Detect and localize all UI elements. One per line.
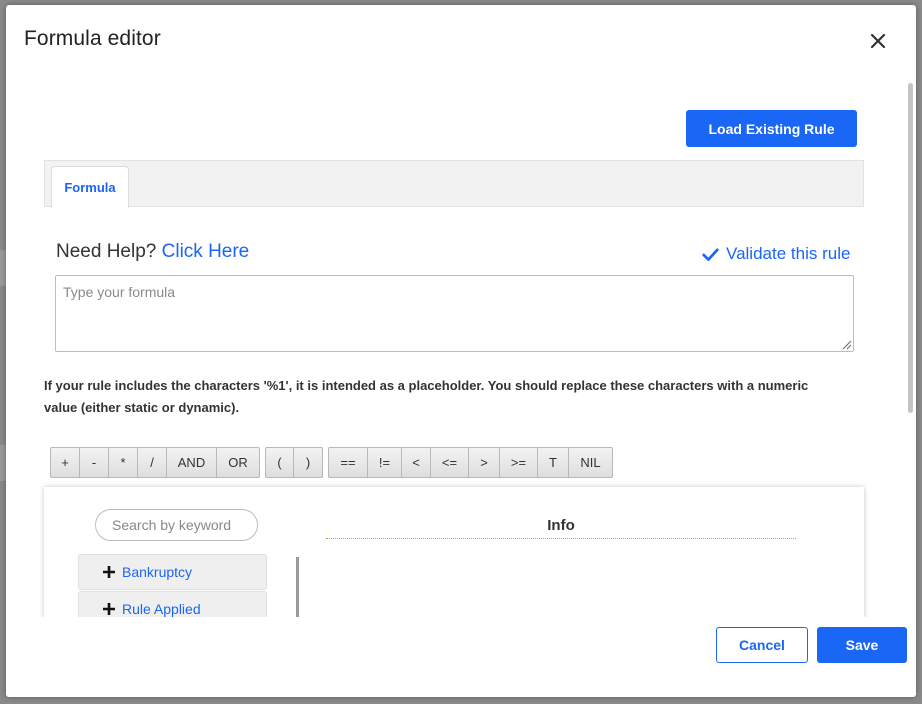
compare-operator-group: == != < <= > >= T NIL	[328, 447, 613, 478]
plus-icon	[103, 603, 115, 615]
operator-or-button[interactable]: OR	[217, 448, 259, 477]
help-row: Need Help? Click Here	[56, 241, 249, 263]
operator-open-paren-button[interactable]: (	[266, 448, 294, 477]
info-divider	[326, 538, 796, 539]
tab-bar: Formula	[44, 160, 864, 208]
operator-equals-button[interactable]: ==	[329, 448, 368, 477]
category-label: Rule Applied	[122, 601, 201, 617]
operator-greater-button[interactable]: >	[469, 448, 500, 477]
help-prefix: Need Help?	[56, 241, 162, 262]
cancel-button[interactable]: Cancel	[716, 627, 808, 663]
info-title: Info	[547, 517, 575, 534]
dialog-title: Formula editor	[24, 27, 161, 50]
operator-multiply-button[interactable]: *	[109, 448, 138, 477]
operator-greater-equal-button[interactable]: >=	[500, 448, 538, 477]
save-button[interactable]: Save	[817, 627, 907, 663]
resize-grip-icon[interactable]	[840, 338, 852, 350]
formula-editor-dialog: Formula editor Load Existing Rule Formul…	[6, 5, 916, 697]
placeholder-note: If your rule includes the characters '%1…	[44, 378, 809, 415]
operator-less-equal-button[interactable]: <=	[431, 448, 469, 477]
dialog-footer: Cancel Save	[6, 617, 916, 697]
checkmark-icon	[702, 247, 719, 261]
help-link[interactable]: Click Here	[162, 241, 250, 262]
formula-input[interactable]	[55, 275, 854, 352]
operator-less-button[interactable]: <	[402, 448, 431, 477]
close-button[interactable]	[866, 29, 890, 53]
plus-icon	[103, 566, 115, 578]
keyword-search-input[interactable]	[95, 509, 258, 541]
close-icon	[870, 33, 886, 49]
operator-close-paren-button[interactable]: )	[294, 448, 322, 477]
operator-divide-button[interactable]: /	[138, 448, 167, 477]
paren-operator-group: ( )	[265, 447, 323, 478]
validate-label: Validate this rule	[726, 244, 851, 263]
validate-rule-link[interactable]: Validate this rule	[702, 244, 850, 264]
operator-true-button[interactable]: T	[538, 448, 569, 477]
category-item-bankruptcy[interactable]: Bankruptcy	[78, 554, 267, 590]
operator-minus-button[interactable]: -	[80, 448, 109, 477]
operator-not-equals-button[interactable]: !=	[368, 448, 402, 477]
dialog-scrollbar[interactable]	[908, 83, 913, 413]
arith-operator-group: + - * / AND OR	[50, 447, 260, 478]
operator-plus-button[interactable]: +	[51, 448, 80, 477]
operator-nil-button[interactable]: NIL	[569, 448, 612, 477]
load-existing-rule-button[interactable]: Load Existing Rule	[686, 110, 857, 147]
operator-and-button[interactable]: AND	[167, 448, 217, 477]
tab-formula[interactable]: Formula	[51, 166, 129, 208]
category-label: Bankruptcy	[122, 564, 193, 580]
function-browser-panel: Bankruptcy Rule Applied Info	[44, 487, 864, 627]
